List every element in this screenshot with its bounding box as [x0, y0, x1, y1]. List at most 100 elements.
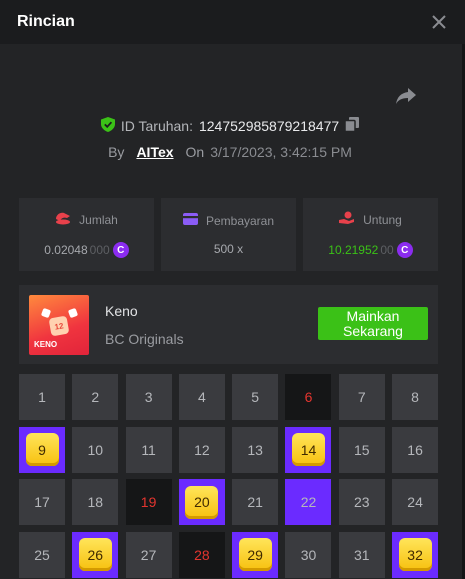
- modal-header: Rincian: [0, 0, 465, 44]
- modal-title: Rincian: [17, 13, 75, 30]
- keno-cell-31: 31: [338, 531, 385, 578]
- keno-number: 17: [34, 494, 50, 510]
- copy-icon[interactable]: [344, 117, 360, 135]
- keno-number: 21: [247, 494, 263, 510]
- profit-hand-icon: [339, 211, 355, 228]
- share-icon[interactable]: [395, 86, 417, 106]
- gem-icon: 9: [25, 433, 59, 466]
- username-link[interactable]: AITex: [136, 144, 173, 160]
- keno-cell-17: 17: [19, 479, 65, 525]
- bet-author-row: By AITex On 3/17/2023, 3:42:15 PM: [0, 144, 460, 160]
- stat-payout-label: Pembayaran: [205, 213, 275, 228]
- keno-cell-27: 27: [125, 531, 172, 578]
- keno-thumbnail[interactable]: 12 KENO: [29, 294, 89, 355]
- keno-cell-24: 24: [392, 479, 439, 525]
- on-label: On: [185, 144, 205, 160]
- keno-cell-23: 23: [338, 479, 385, 525]
- keno-cell-20: 20: [178, 479, 225, 525]
- keno-number: 7: [357, 389, 366, 405]
- gem-icon: 20: [185, 485, 219, 519]
- stat-amount-label: Jumlah: [79, 212, 118, 227]
- keno-cell-28: 28: [178, 531, 225, 578]
- keno-number: 4: [197, 389, 206, 405]
- stat-profit-value: 10.21952: [328, 243, 379, 257]
- coin-icon: C: [112, 242, 129, 258]
- shield-check-icon: [100, 117, 115, 135]
- keno-number: 2: [91, 389, 100, 405]
- keno-cell-9: 9: [19, 426, 65, 473]
- keno-cell-21: 21: [232, 479, 279, 525]
- stats-row: Jumlah 0.02048 000 C Pembayaran 500 x Unt…: [19, 198, 438, 271]
- card-icon: [182, 213, 198, 228]
- keno-number: 30: [300, 546, 317, 563]
- bet-date: 3/17/2023, 3:42:15 PM: [210, 144, 352, 160]
- keno-number: 10: [87, 441, 104, 458]
- keno-number: 16: [407, 441, 423, 458]
- keno-number: 24: [407, 494, 423, 510]
- keno-number: 11: [141, 441, 156, 458]
- dice-icon: [40, 307, 52, 318]
- keno-number: 15: [353, 441, 370, 458]
- keno-cell-26: 26: [72, 531, 119, 578]
- keno-cell-8: 8: [392, 374, 439, 420]
- keno-number: 13: [247, 441, 263, 458]
- bet-id-row: ID Taruhan: 124752985879218477: [0, 117, 460, 135]
- keno-cell-14: 14: [285, 426, 332, 473]
- stat-profit-value-dim: 00: [380, 243, 394, 257]
- keno-cell-16: 16: [392, 426, 439, 473]
- keno-cell-1: 1: [19, 374, 65, 420]
- stat-profit-label: Untung: [363, 212, 402, 227]
- close-icon[interactable]: [430, 13, 448, 31]
- gem-icon: 32: [398, 538, 432, 571]
- gem-icon: 29: [238, 538, 272, 571]
- bet-chip-icon: [55, 211, 71, 228]
- game-provider: BC Originals: [105, 330, 184, 347]
- keno-cell-19: 19: [125, 479, 172, 525]
- stat-amount-value: 0.02048: [44, 243, 88, 257]
- keno-cell-32: 32: [392, 531, 439, 578]
- keno-cell-2: 2: [72, 374, 119, 420]
- bet-id-value: 124752985879218477: [198, 118, 340, 134]
- keno-number: 22: [300, 494, 317, 510]
- gem-icon: 14: [291, 433, 325, 466]
- keno-cell-12: 12: [178, 426, 225, 473]
- keno-number: 3: [144, 389, 153, 405]
- keno-cell-5: 5: [232, 374, 279, 420]
- stat-amount-value-dim: 000: [89, 243, 110, 257]
- bet-id-label: ID Taruhan:: [120, 118, 193, 134]
- thumb-ball: 12: [48, 315, 70, 336]
- keno-cell-15: 15: [338, 426, 385, 473]
- keno-cell-4: 4: [178, 374, 225, 420]
- keno-cell-25: 25: [19, 531, 65, 578]
- keno-number: 1: [38, 389, 46, 405]
- keno-cell-18: 18: [72, 479, 119, 525]
- keno-number: 23: [353, 494, 370, 510]
- keno-number: 28: [194, 546, 210, 563]
- game-name[interactable]: Keno: [105, 303, 184, 319]
- keno-cell-10: 10: [72, 426, 119, 473]
- keno-cell-30: 30: [285, 531, 332, 578]
- keno-number: 25: [34, 546, 50, 563]
- dice-icon: [67, 307, 79, 318]
- thumb-logo: KENO: [34, 339, 58, 349]
- keno-cell-11: 11: [125, 426, 172, 473]
- by-label: By: [108, 144, 125, 160]
- game-card: 12 KENO Keno BC Originals Mainkan Sekara…: [19, 285, 438, 364]
- play-now-button[interactable]: Mainkan Sekarang: [318, 307, 428, 340]
- keno-number: 19: [140, 494, 157, 510]
- keno-number: 27: [140, 546, 157, 563]
- keno-number: 18: [87, 494, 104, 510]
- gem-icon: 26: [78, 538, 112, 571]
- keno-number: 31: [353, 546, 370, 563]
- keno-number: 6: [304, 389, 313, 405]
- keno-cell-3: 3: [125, 374, 172, 420]
- keno-number: 12: [194, 441, 210, 458]
- keno-cell-6: 6: [285, 374, 332, 420]
- stat-payout: Pembayaran 500 x: [161, 198, 296, 271]
- keno-cell-13: 13: [232, 426, 279, 473]
- stat-profit: Untung 10.21952 00 C: [303, 198, 438, 271]
- keno-board: 1 2 3 4 5 6 7 8 9 10 11 12 13 14 15 16 17 18 19 20 21 22 23 24 2…: [19, 374, 439, 578]
- keno-number: 8: [411, 389, 419, 405]
- keno-cell-22: 22: [285, 479, 332, 525]
- stat-amount: Jumlah 0.02048 000 C: [19, 198, 154, 271]
